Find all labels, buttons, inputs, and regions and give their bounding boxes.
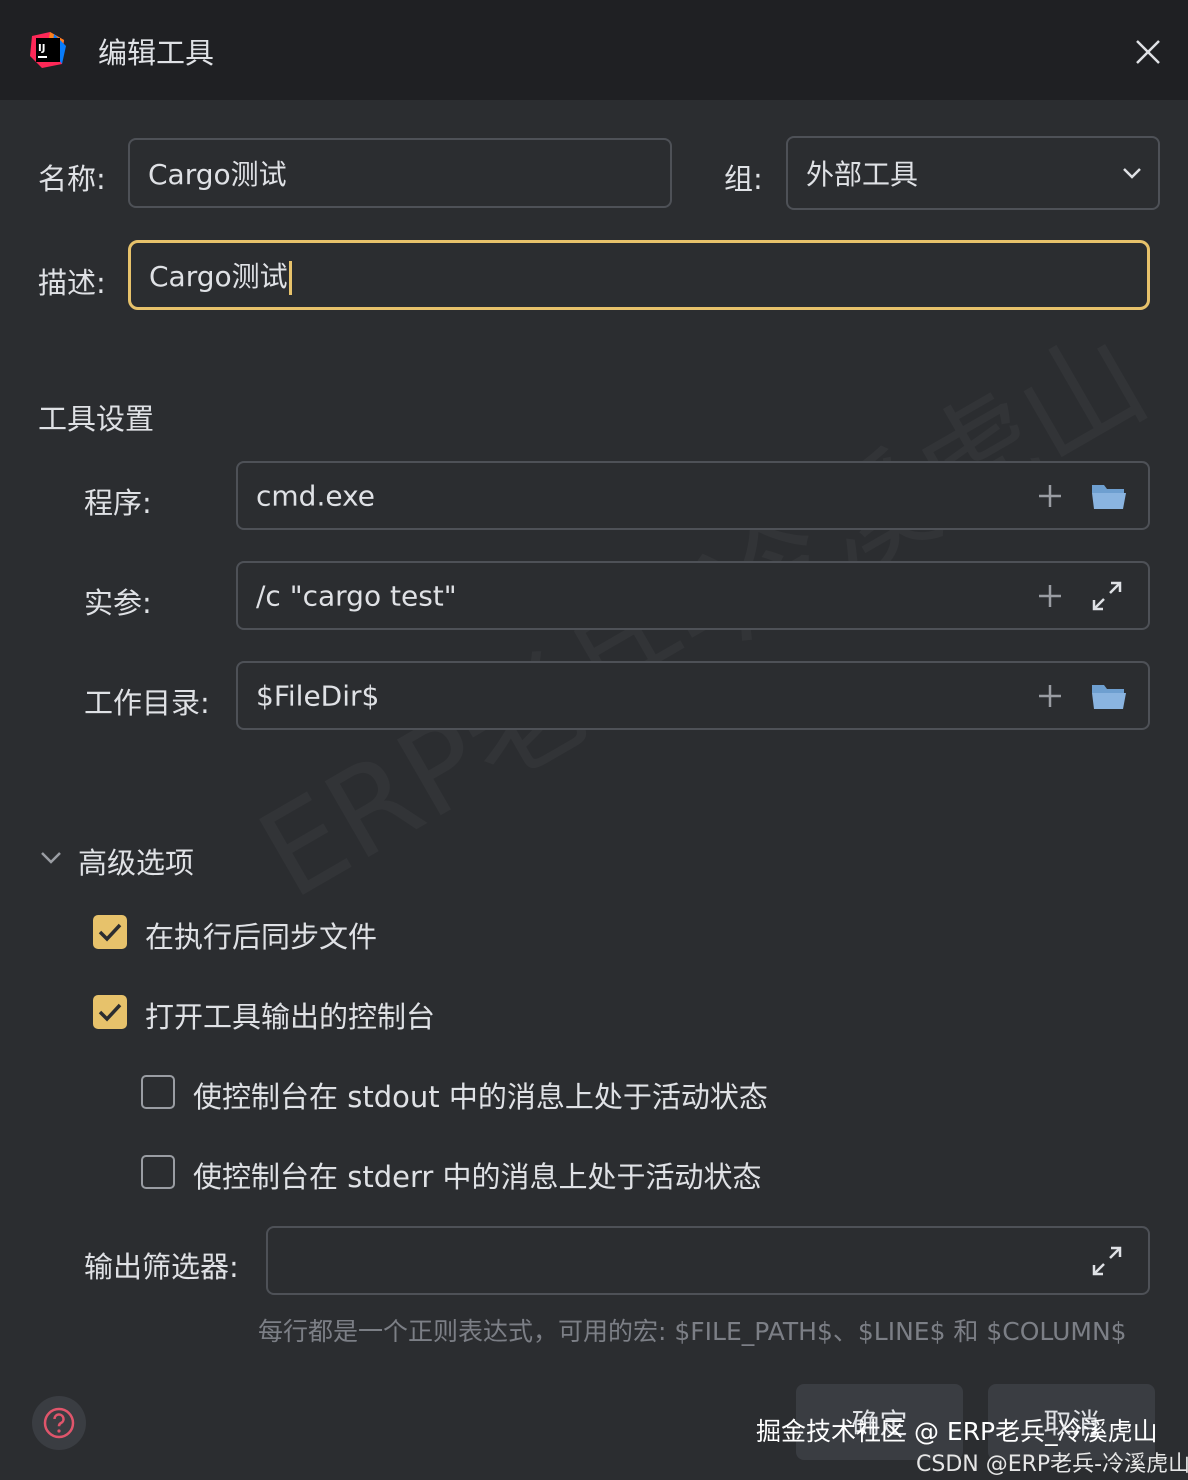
open-console-checkbox[interactable] (93, 995, 127, 1029)
description-field[interactable]: Cargo测试 (128, 240, 1150, 310)
group-select[interactable]: 外部工具 (786, 136, 1160, 210)
working-directory-label: 工作目录: (84, 686, 210, 720)
plus-icon[interactable] (1036, 582, 1064, 610)
check-icon (98, 923, 122, 942)
watermark-juejin: 掘金技术社区 @ ERP老兵_冷溪虎山 (756, 1417, 1158, 1446)
chevron-down-icon (1123, 168, 1141, 179)
open-console-label: 打开工具输出的控制台 (145, 1000, 436, 1034)
activate-stderr-checkbox[interactable] (141, 1155, 175, 1189)
name-label: 名称: (38, 162, 106, 196)
advanced-options-toggle[interactable]: 高级选项 (78, 840, 194, 882)
activate-stderr-label: 使控制台在 stderr 中的消息上处于活动状态 (193, 1160, 762, 1194)
output-filters-hint: 每行都是一个正则表达式，可用的宏: $FILE_PATH$、$LINE$ 和 $… (258, 1317, 1127, 1346)
program-label: 程序: (84, 486, 152, 520)
help-icon (43, 1407, 75, 1439)
description-field-text: Cargo测试 (149, 255, 292, 295)
expand-icon[interactable] (1090, 1244, 1124, 1278)
program-field[interactable]: cmd.exe (236, 461, 1150, 530)
name-field-value: Cargo测试 (148, 158, 287, 191)
help-button[interactable] (32, 1396, 86, 1450)
working-directory-value: $FileDir$ (256, 679, 380, 712)
app-icon-text: IJ (38, 43, 45, 54)
activate-stdout-checkbox[interactable] (141, 1075, 175, 1109)
folder-icon[interactable] (1090, 681, 1128, 711)
description-field-value: Cargo测试 (149, 260, 288, 293)
tool-settings-heading: 工具设置 (38, 402, 155, 436)
sync-files-label: 在执行后同步文件 (145, 920, 378, 954)
activate-stdout-label: 使控制台在 stdout 中的消息上处于活动状态 (193, 1080, 768, 1114)
output-filters-label: 输出筛选器: (84, 1250, 239, 1284)
program-field-value: cmd.exe (256, 479, 376, 512)
dialog-title: 编辑工具 (98, 36, 215, 70)
group-label: 组: (724, 162, 763, 196)
folder-icon[interactable] (1090, 481, 1128, 511)
text-caret (288, 261, 292, 295)
arguments-field-value: /c "cargo test" (256, 579, 457, 612)
title-bar: IJ 编辑工具 (0, 0, 1188, 100)
check-icon (98, 1003, 122, 1022)
intellij-icon: IJ (30, 32, 66, 68)
name-field[interactable]: Cargo测试 (128, 138, 672, 208)
plus-icon[interactable] (1036, 482, 1064, 510)
watermark-csdn: CSDN @ERP老兵-冷溪虎山 (916, 1452, 1188, 1477)
arguments-label: 实参: (84, 586, 152, 620)
close-icon[interactable] (1128, 32, 1168, 72)
group-select-value: 外部工具 (806, 158, 919, 191)
description-label: 描述: (38, 266, 106, 300)
expand-icon[interactable] (1090, 579, 1124, 613)
chevron-down-icon[interactable] (38, 844, 64, 870)
output-filters-field[interactable] (266, 1226, 1150, 1295)
plus-icon[interactable] (1036, 682, 1064, 710)
sync-files-checkbox[interactable] (93, 915, 127, 949)
working-directory-field[interactable]: $FileDir$ (236, 661, 1150, 730)
arguments-field[interactable]: /c "cargo test" (236, 561, 1150, 630)
